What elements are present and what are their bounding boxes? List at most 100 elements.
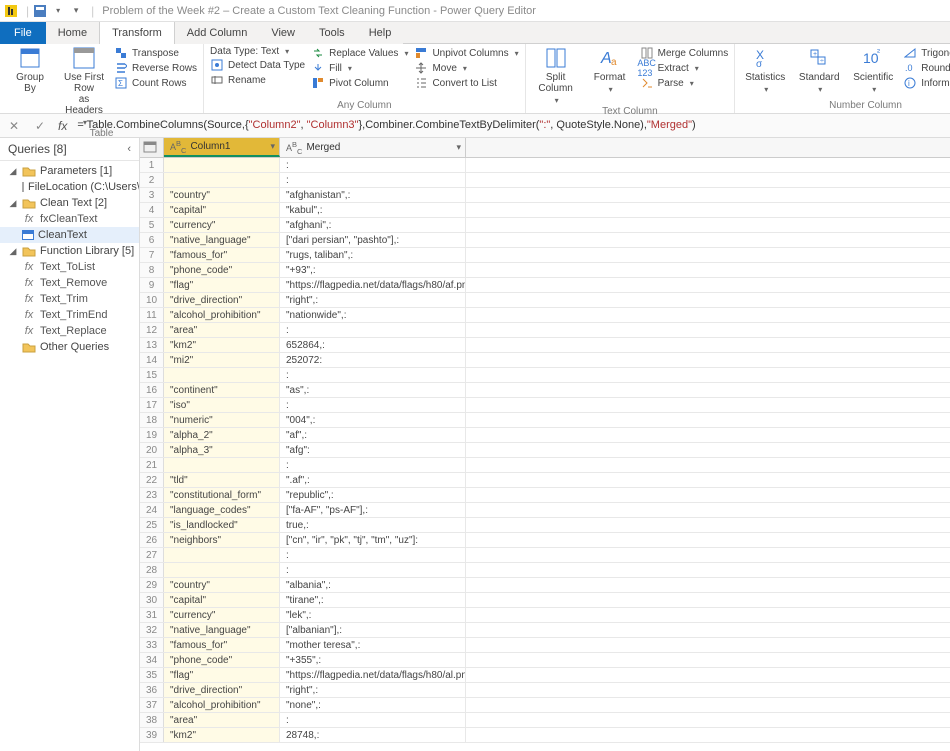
cell-merged[interactable]: 252072: xyxy=(280,353,466,367)
cell-merged[interactable]: 652864,: xyxy=(280,338,466,352)
table-row[interactable]: 39"km2"28748,: xyxy=(140,728,950,743)
row-number[interactable]: 33 xyxy=(140,638,164,652)
table-row[interactable]: 4"capital""kabul",: xyxy=(140,203,950,218)
count-rows-button[interactable]: ΣCount Rows xyxy=(114,76,197,90)
cell-column1[interactable]: "famous_for" xyxy=(164,248,280,262)
cell-column1[interactable]: "km2" xyxy=(164,728,280,742)
row-number[interactable]: 15 xyxy=(140,368,164,382)
table-row[interactable]: 21: xyxy=(140,458,950,473)
cell-column1[interactable]: "country" xyxy=(164,578,280,592)
formula-text[interactable]: = Table.CombineColumns(Source,{"Column2"… xyxy=(77,119,944,132)
row-number[interactable]: 2 xyxy=(140,173,164,187)
cell-column1[interactable]: "currency" xyxy=(164,218,280,232)
cell-merged[interactable]: "004",: xyxy=(280,413,466,427)
cell-merged[interactable]: : xyxy=(280,398,466,412)
cell-merged[interactable]: : xyxy=(280,563,466,577)
table-row[interactable]: 26"neighbors"["cn", "ir", "pk", "tj", "t… xyxy=(140,533,950,548)
cell-column1[interactable]: "drive_direction" xyxy=(164,293,280,307)
table-row[interactable]: 35"flag""https://flagpedia.net/data/flag… xyxy=(140,668,950,683)
cell-column1[interactable]: "flag" xyxy=(164,278,280,292)
cell-merged[interactable]: 28748,: xyxy=(280,728,466,742)
queries-panel-header[interactable]: Queries [8] ‹ xyxy=(0,138,139,161)
cell-merged[interactable]: "afghanistan",: xyxy=(280,188,466,202)
row-number[interactable]: 32 xyxy=(140,623,164,637)
cell-column1[interactable]: "continent" xyxy=(164,383,280,397)
cell-merged[interactable]: "afg": xyxy=(280,443,466,457)
transpose-button[interactable]: Transpose xyxy=(114,46,197,60)
table-row[interactable]: 1: xyxy=(140,158,950,173)
cell-merged[interactable]: ".af",: xyxy=(280,473,466,487)
cell-column1[interactable]: "currency" xyxy=(164,608,280,622)
grid-body[interactable]: 1:2:3"country""afghanistan",:4"capital""… xyxy=(140,158,950,751)
table-row[interactable]: 27: xyxy=(140,548,950,563)
grid-corner[interactable] xyxy=(140,138,164,157)
table-row[interactable]: 18"numeric""004",: xyxy=(140,413,950,428)
table-row[interactable]: 24"language_codes"["fa-AF", "ps-AF"],: xyxy=(140,503,950,518)
row-number[interactable]: 25 xyxy=(140,518,164,532)
cell-column1[interactable] xyxy=(164,173,280,187)
cell-merged[interactable]: ["cn", "ir", "pk", "tj", "tm", "uz"]: xyxy=(280,533,466,547)
table-row[interactable]: 32"native_language"["albanian"],: xyxy=(140,623,950,638)
row-number[interactable]: 11 xyxy=(140,308,164,322)
query-group[interactable]: ◢Parameters [1] xyxy=(0,163,139,179)
qat-dropdown-icon[interactable]: ▾ xyxy=(51,4,65,18)
cell-column1[interactable] xyxy=(164,158,280,172)
cell-merged[interactable]: "af",: xyxy=(280,428,466,442)
row-number[interactable]: 6 xyxy=(140,233,164,247)
table-row[interactable]: 25"is_landlocked"true,: xyxy=(140,518,950,533)
reverse-rows-button[interactable]: Reverse Rows xyxy=(114,61,197,75)
table-row[interactable]: 37"alcohol_prohibition""none",: xyxy=(140,698,950,713)
table-row[interactable]: 29"country""albania",: xyxy=(140,578,950,593)
menu-file[interactable]: File xyxy=(0,22,46,44)
cell-merged[interactable]: "tirane",: xyxy=(280,593,466,607)
row-number[interactable]: 38 xyxy=(140,713,164,727)
menu-view[interactable]: View xyxy=(259,22,307,44)
query-item[interactable]: FileLocation (C:\Users\… xyxy=(0,179,139,195)
cell-merged[interactable]: "rugs, taliban",: xyxy=(280,248,466,262)
row-number[interactable]: 16 xyxy=(140,383,164,397)
row-number[interactable]: 14 xyxy=(140,353,164,367)
cell-column1[interactable]: "alcohol_prohibition" xyxy=(164,308,280,322)
query-item[interactable]: fxText_ToList xyxy=(0,259,139,275)
row-number[interactable]: 3 xyxy=(140,188,164,202)
table-row[interactable]: 28: xyxy=(140,563,950,578)
column-header-column1[interactable]: ABCColumn1▾ xyxy=(164,138,280,157)
cell-merged[interactable]: ["dari persian", "pashto"],: xyxy=(280,233,466,247)
convert-to-list-button[interactable]: Convert to List xyxy=(414,76,518,90)
row-number[interactable]: 4 xyxy=(140,203,164,217)
collapse-icon[interactable]: ‹ xyxy=(127,143,131,155)
row-number[interactable]: 8 xyxy=(140,263,164,277)
fill-button[interactable]: Fill xyxy=(311,61,408,75)
row-number[interactable]: 37 xyxy=(140,698,164,712)
cell-merged[interactable]: "none",: xyxy=(280,698,466,712)
menu-transform[interactable]: Transform xyxy=(99,22,175,44)
cell-merged[interactable]: "nationwide",: xyxy=(280,308,466,322)
detect-data-type-button[interactable]: Detect Data Type xyxy=(210,58,305,72)
replace-values-button[interactable]: Replace Values xyxy=(311,46,408,60)
table-row[interactable]: 11"alcohol_prohibition""nationwide",: xyxy=(140,308,950,323)
format-button[interactable]: AaFormat xyxy=(586,46,634,94)
cell-column1[interactable]: "famous_for" xyxy=(164,638,280,652)
information-button[interactable]: iInformation xyxy=(903,76,950,90)
cell-merged[interactable]: : xyxy=(280,323,466,337)
cell-column1[interactable]: "capital" xyxy=(164,593,280,607)
cell-merged[interactable]: "https://flagpedia.net/data/flags/h80/af… xyxy=(280,278,466,292)
table-row[interactable]: 6"native_language"["dari persian", "pash… xyxy=(140,233,950,248)
column-dropdown-icon[interactable]: ▾ xyxy=(456,142,461,153)
row-number[interactable]: 7 xyxy=(140,248,164,262)
cell-merged[interactable]: "afghani",: xyxy=(280,218,466,232)
cell-merged[interactable]: : xyxy=(280,173,466,187)
cell-merged[interactable]: "as",: xyxy=(280,383,466,397)
rename-button[interactable]: Rename xyxy=(210,73,305,87)
table-row[interactable]: 5"currency""afghani",: xyxy=(140,218,950,233)
table-row[interactable]: 17"iso": xyxy=(140,398,950,413)
row-number[interactable]: 36 xyxy=(140,683,164,697)
cell-merged[interactable]: ["albanian"],: xyxy=(280,623,466,637)
column-dropdown-icon[interactable]: ▾ xyxy=(270,141,275,152)
trigonometry-button[interactable]: Trigonometry xyxy=(903,46,950,60)
cell-column1[interactable]: "area" xyxy=(164,713,280,727)
cell-merged[interactable]: : xyxy=(280,548,466,562)
menu-add-column[interactable]: Add Column xyxy=(175,22,260,44)
group-by-button[interactable]: Group By xyxy=(6,46,54,94)
row-number[interactable]: 22 xyxy=(140,473,164,487)
